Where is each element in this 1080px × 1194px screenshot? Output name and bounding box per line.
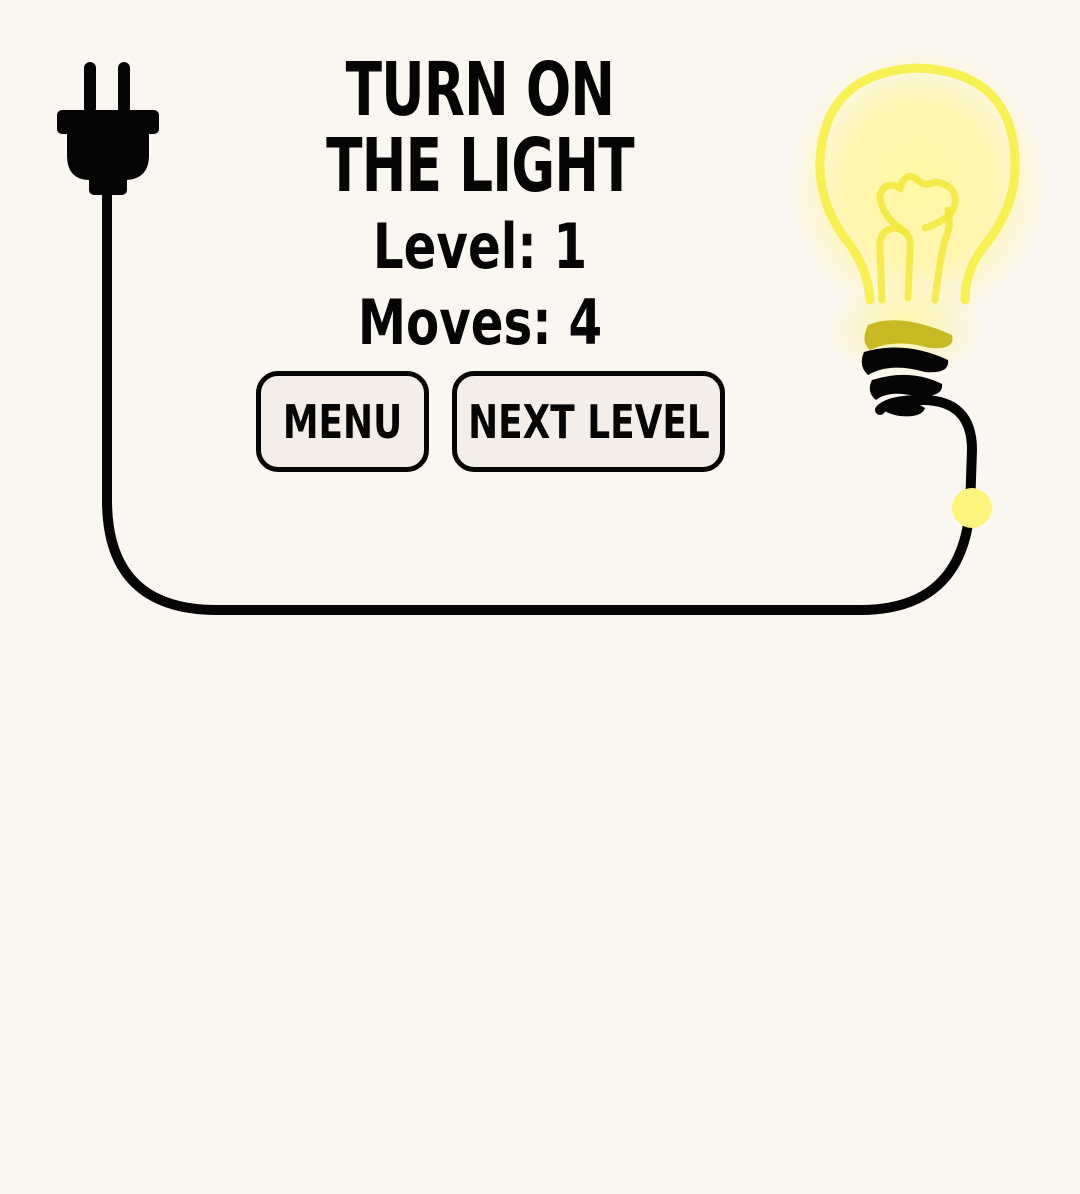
connector-node-icon[interactable] xyxy=(952,488,992,528)
title-line-2: THE LIGHT xyxy=(326,123,635,209)
game-screen: TURN ON THE LIGHT Level: 1 Moves: 4 MENU… xyxy=(0,0,1080,1194)
title-line-1: TURN ON xyxy=(345,47,615,133)
next-level-button-label: NEXT LEVEL xyxy=(467,394,710,449)
moves-counter: Moves: 4 xyxy=(357,286,603,359)
level-indicator: Level: 1 xyxy=(372,210,588,283)
plug-icon[interactable] xyxy=(57,62,159,195)
next-level-button[interactable]: NEXT LEVEL xyxy=(452,371,725,472)
light-bulb-icon[interactable] xyxy=(778,35,1058,417)
menu-button-label: MENU xyxy=(282,394,403,449)
menu-button[interactable]: MENU xyxy=(256,371,429,472)
